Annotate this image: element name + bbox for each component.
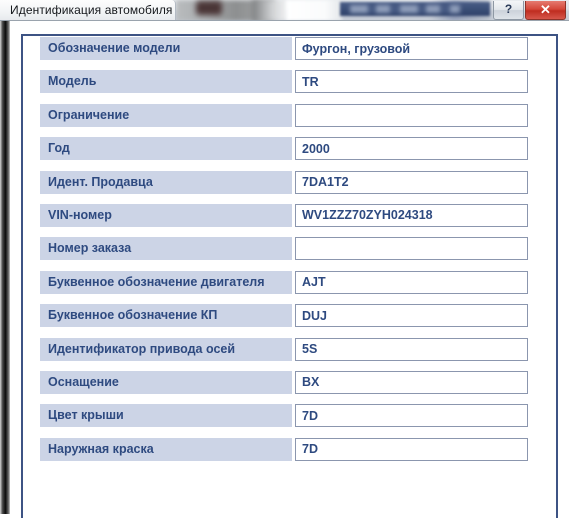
form-row: Модель (23, 70, 556, 103)
close-icon: ✕ (540, 2, 551, 17)
form-row: Обозначение модели (23, 37, 556, 70)
field-label: Буквенное обозначение двигателя (40, 270, 292, 294)
form-row: Ограничение (23, 103, 556, 137)
field-label: VIN-номер (40, 203, 292, 227)
field-label: Модель (40, 70, 292, 94)
desktop-background-strip (0, 20, 10, 514)
field-input[interactable] (295, 37, 528, 60)
form-row: Оснащение (23, 370, 556, 404)
form-row: Идент. Продавца (23, 170, 556, 204)
field-input[interactable] (295, 203, 528, 227)
field-label: Ограничение (40, 103, 292, 127)
field-label: Оснащение (40, 370, 292, 394)
dialog-body: Обозначение модели Модель Ограничение Год Ид… (10, 21, 569, 518)
field-input[interactable] (295, 437, 528, 461)
close-button[interactable]: ✕ (525, 1, 566, 20)
field-input[interactable] (295, 103, 528, 127)
form-row: Буквенное обозначение КП (23, 304, 556, 337)
background-blurred-region-2 (196, 1, 222, 15)
field-input[interactable] (295, 337, 528, 361)
field-label: Номер заказа (40, 237, 292, 261)
form-row: Идентификатор привода осей (23, 337, 556, 371)
title-bar[interactable]: Идентификация автомобиля ? ✕ (0, 0, 569, 21)
field-label: Обозначение модели (40, 37, 292, 60)
form-row: Номер заказа (23, 237, 556, 270)
field-input[interactable] (295, 137, 528, 161)
field-input[interactable] (295, 170, 528, 194)
form-row: Год (23, 137, 556, 170)
field-input[interactable] (295, 270, 528, 294)
background-blurred-region-4 (286, 0, 342, 20)
window-title: Идентификация автомобиля (10, 3, 173, 17)
help-icon: ? (504, 2, 513, 16)
form-row: Цвет крыши (23, 404, 556, 437)
form-row: Наружная краска (23, 437, 556, 471)
field-label: Идент. Продавца (40, 170, 292, 194)
field-input[interactable] (295, 70, 528, 94)
field-label: Год (40, 137, 292, 161)
field-label: Цвет крыши (40, 404, 292, 428)
field-input[interactable] (295, 237, 528, 261)
field-label: Идентификатор привода осей (40, 337, 292, 361)
field-input[interactable] (295, 370, 528, 394)
vehicle-identification-form: Обозначение модели Модель Ограничение Год Ид… (23, 37, 556, 471)
background-blurred-text (350, 5, 460, 13)
field-input[interactable] (295, 304, 528, 328)
field-label: Буквенное обозначение КП (40, 304, 292, 328)
application-window: Идентификация автомобиля ? ✕ Обозначение… (0, 0, 569, 518)
field-input[interactable] (295, 404, 528, 428)
form-row: VIN-номер (23, 203, 556, 237)
field-label: Наружная краска (40, 437, 292, 461)
form-row: Буквенное обозначение двигателя (23, 270, 556, 304)
background-blurred-region-3 (252, 0, 288, 20)
help-button[interactable]: ? (493, 1, 524, 20)
